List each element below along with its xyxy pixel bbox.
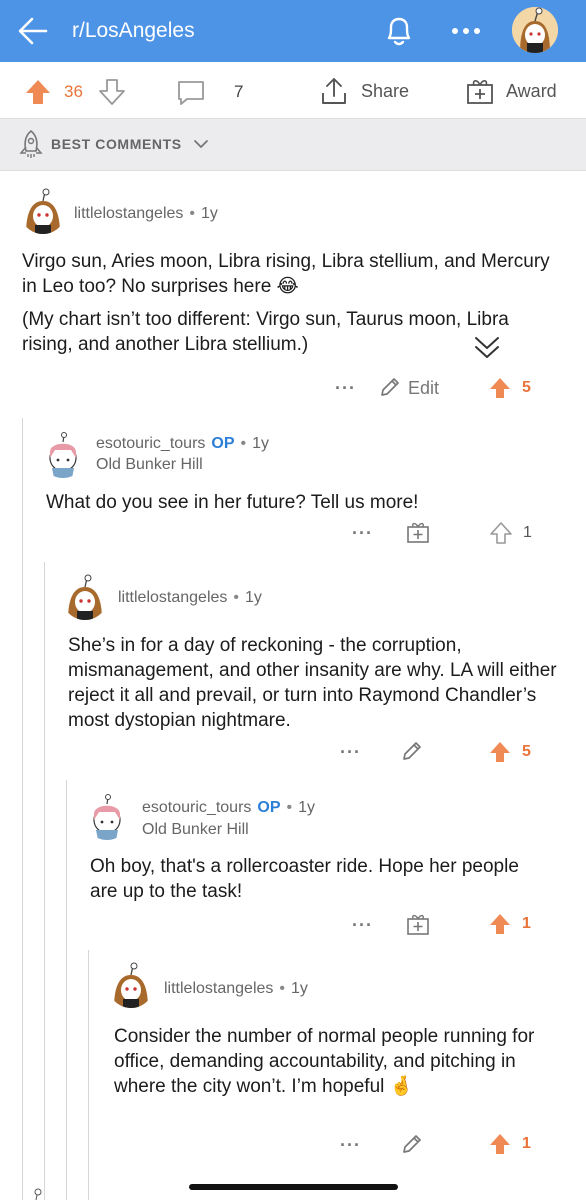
comment-paragraph: Virgo sun, Aries moon, Libra rising, Lib… [22,251,550,297]
downvote-icon[interactable] [98,78,126,106]
avatar[interactable] [84,794,130,840]
avatar[interactable] [108,962,154,1008]
more-options-button[interactable]: ··· [340,742,361,763]
upvote-icon[interactable] [488,740,512,764]
comment-paragraph: What do you see in her future? Tell us m… [46,492,419,513]
comment-age: 1y [252,435,270,452]
comment-icon[interactable] [176,79,206,107]
subreddit-title[interactable]: r/LosAngeles [72,19,195,43]
username[interactable]: littlelostangeles [74,205,183,222]
rocket-icon [18,129,44,159]
upvote-count: 36 [64,82,83,101]
comment-author-line: littlelostangeles • 1y [74,205,218,223]
comment-paragraph: Consider the number of normal people run… [114,1026,535,1097]
vote-count: 1 [522,1135,531,1152]
award-button[interactable]: Award [506,81,557,102]
bell-icon[interactable] [382,13,416,49]
post-action-bar: 36 7 Share Award [0,62,586,118]
op-badge: OP [211,435,235,452]
comment-age: 1y [298,799,316,816]
comment-author-line: esotouric_tours OP • 1y [96,435,269,453]
avatar[interactable] [20,188,66,234]
vote-count: 1 [523,524,532,541]
chevron-down-icon[interactable] [193,138,209,150]
upvote-icon[interactable] [488,376,512,400]
comment: esotouric_tours OP • 1y Old Bunker Hill Wha… [0,418,586,568]
home-indicator [189,1184,398,1190]
comment-age: 1y [245,589,262,606]
top-bar: r/LosAngeles [0,0,586,62]
vote-count: 1 [522,915,531,932]
comment-author-line: esotouric_tours OP • 1y [142,799,315,817]
more-options-button[interactable]: ··· [352,915,373,936]
comment-body: She’s in for a day of reckoning - the co… [68,633,568,733]
more-options-button[interactable]: ··· [335,378,356,399]
comment-author-line: littlelostangeles • 1y [118,589,262,607]
award-icon[interactable] [406,520,430,544]
username[interactable]: esotouric_tours [96,435,205,452]
pencil-icon[interactable] [400,739,424,763]
sort-bar[interactable]: BEST COMMENTS [0,118,586,171]
sort-label[interactable]: BEST COMMENTS [51,136,182,152]
comment-age: 1y [291,980,308,997]
comment-count: 7 [234,82,244,101]
more-icon[interactable] [450,26,482,36]
more-options-button[interactable]: ··· [352,523,373,544]
user-flair: Old Bunker Hill [96,456,203,473]
comment: esotouric_tours OP • 1y Old Bunker Hill Oh … [0,780,586,945]
avatar[interactable] [40,432,86,478]
share-button[interactable]: Share [361,81,409,102]
separator-dot: • [233,589,240,606]
vote-count: 5 [522,743,531,760]
comment-paragraph: Oh boy, that's a rollercoaster ride. Hop… [90,856,519,902]
comment: littlelostangeles • 1y Virgo sun, Aries mo… [0,178,586,410]
collapse-chevron-icon[interactable] [467,330,507,364]
comment-author-line: littlelostangeles • 1y [164,980,308,998]
username[interactable]: littlelostangeles [118,589,227,606]
edit-button[interactable]: Edit [408,378,439,399]
user-avatar[interactable] [512,7,558,53]
more-options-button[interactable]: ··· [340,1135,361,1156]
comment-age: 1y [201,205,218,222]
upvote-icon[interactable] [489,521,513,545]
username[interactable]: littlelostangeles [164,980,273,997]
avatar[interactable] [28,1186,52,1200]
comment: littlelostangeles • 1y She’s in for a day … [0,562,586,780]
award-icon[interactable] [406,912,430,936]
upvote-icon[interactable] [24,78,52,106]
comment: littlelostangeles • 1y Consider the number… [0,950,586,1170]
pencil-icon[interactable] [400,1132,424,1156]
separator-dot: • [286,799,293,816]
comment-body: Oh boy, that's a rollercoaster ride. Hop… [90,854,540,904]
upvote-icon[interactable] [488,1132,512,1156]
op-badge: OP [257,799,281,816]
comment-body: Consider the number of normal people run… [114,1024,554,1099]
vote-count: 5 [522,379,531,396]
separator-dot: • [240,435,247,452]
share-icon[interactable] [320,76,348,106]
comment-body: What do you see in her future? Tell us m… [46,490,566,515]
avatar[interactable] [62,574,108,620]
user-flair: Old Bunker Hill [142,821,249,838]
award-icon[interactable] [466,77,494,105]
comment-paragraph: She’s in for a day of reckoning - the co… [68,635,557,731]
separator-dot: • [279,980,286,997]
separator-dot: • [189,205,196,222]
back-arrow-icon[interactable] [16,14,50,48]
pencil-icon[interactable] [378,375,402,399]
username[interactable]: esotouric_tours [142,799,251,816]
upvote-icon[interactable] [488,912,512,936]
